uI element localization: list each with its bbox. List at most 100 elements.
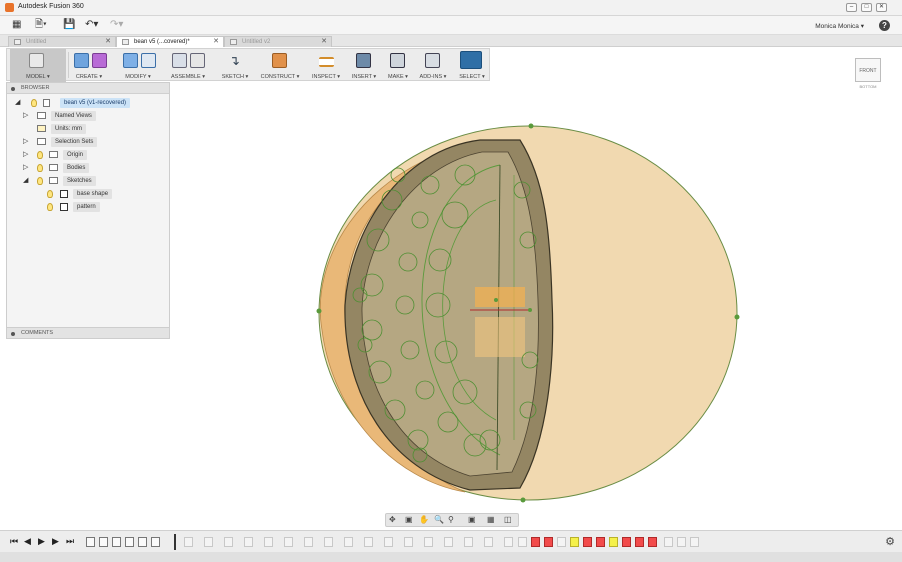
timeline-feature[interactable] bbox=[264, 537, 273, 547]
tab-untitled-v2[interactable]: Untitled v2 ✕ bbox=[224, 36, 332, 47]
timeline-feature[interactable] bbox=[677, 537, 686, 547]
visibility-bulb-icon[interactable] bbox=[37, 177, 43, 185]
timeline-feature[interactable] bbox=[404, 537, 413, 547]
create-menu[interactable]: CREATE ▾ bbox=[70, 49, 108, 82]
sketch-menu[interactable]: ↴ SKETCH ▾ bbox=[218, 49, 252, 82]
browser-item-base-shape[interactable]: base shape bbox=[45, 189, 165, 199]
visibility-bulb-icon[interactable] bbox=[37, 151, 43, 159]
assemble-menu[interactable]: ASSEMBLE ▾ bbox=[168, 49, 208, 82]
step-back-icon[interactable]: ◀ bbox=[24, 536, 31, 547]
timeline-feature[interactable] bbox=[484, 537, 493, 547]
close-tab-icon[interactable]: ✕ bbox=[321, 37, 327, 47]
timeline-feature-error[interactable] bbox=[635, 537, 644, 547]
timeline-feature[interactable] bbox=[557, 537, 566, 547]
add-ins-menu[interactable]: ADD-INS ▾ bbox=[417, 49, 449, 82]
grid-icon[interactable]: ▦ bbox=[12, 20, 21, 30]
timeline-feature[interactable] bbox=[244, 537, 253, 547]
browser-item-pattern[interactable]: pattern bbox=[45, 202, 165, 212]
timeline-feature[interactable] bbox=[364, 537, 373, 547]
browser-item-named-views[interactable]: ▷ Named Views bbox=[23, 111, 163, 121]
timeline-feature-error[interactable] bbox=[583, 537, 592, 547]
timeline-feature[interactable] bbox=[224, 537, 233, 547]
viewcube-face[interactable]: FRONT bbox=[855, 58, 881, 82]
expand-arrow-icon[interactable]: ▷ bbox=[23, 163, 28, 173]
timeline-feature[interactable] bbox=[464, 537, 473, 547]
expand-arrow-icon[interactable]: ▷ bbox=[23, 111, 28, 121]
timeline-feature[interactable] bbox=[151, 537, 160, 547]
display-settings-icon[interactable]: ▣ bbox=[468, 515, 476, 524]
file-icon[interactable]: 🗎▾ bbox=[35, 20, 47, 30]
timeline-feature[interactable] bbox=[138, 537, 147, 547]
comments-panel[interactable]: COMMENTS bbox=[6, 327, 170, 339]
browser-item-sketches[interactable]: ◢ Sketches bbox=[23, 176, 163, 186]
browser-root[interactable]: ◢ bean v5 (v1-recovered) bbox=[15, 98, 165, 108]
timeline-feature[interactable] bbox=[504, 537, 513, 547]
close-tab-icon[interactable]: ✕ bbox=[105, 37, 111, 47]
redo-icon[interactable]: ↷▾ bbox=[110, 20, 123, 30]
browser-item-units[interactable]: Units: mm bbox=[23, 124, 163, 134]
workspace-switcher[interactable]: MODEL ▾ bbox=[10, 49, 66, 82]
step-forward-icon[interactable]: ▶ bbox=[52, 536, 59, 547]
browser-item-selection-sets[interactable]: ▷ Selection Sets bbox=[23, 137, 163, 147]
select-menu[interactable]: SELECT ▾ bbox=[457, 49, 487, 82]
timeline-feature[interactable] bbox=[184, 537, 193, 547]
timeline-feature-error[interactable] bbox=[531, 537, 540, 547]
orbit-icon[interactable]: ✥ bbox=[389, 515, 396, 524]
timeline-feature[interactable] bbox=[204, 537, 213, 547]
viewports-icon[interactable]: ◫ bbox=[504, 515, 512, 524]
timeline-feature[interactable] bbox=[99, 537, 108, 547]
expand-arrow-icon[interactable]: ▷ bbox=[23, 150, 28, 160]
insert-menu[interactable]: INSERT ▾ bbox=[350, 49, 378, 82]
timeline-feature[interactable] bbox=[112, 537, 121, 547]
bean-body[interactable] bbox=[344, 139, 554, 491]
pan-hand-icon[interactable]: ✋ bbox=[419, 515, 429, 524]
timeline-feature[interactable] bbox=[424, 537, 433, 547]
timeline-feature[interactable] bbox=[304, 537, 313, 547]
timeline-feature[interactable] bbox=[125, 537, 134, 547]
timeline-settings-gear-icon[interactable]: ⚙ bbox=[885, 535, 895, 548]
inspect-menu[interactable]: INSPECT ▾ bbox=[310, 49, 342, 82]
browser-item-origin[interactable]: ▷ Origin bbox=[23, 150, 163, 160]
visibility-bulb-icon[interactable] bbox=[37, 164, 43, 172]
timeline-feature-error[interactable] bbox=[622, 537, 631, 547]
maximize-button[interactable]: □ bbox=[861, 3, 872, 12]
minimize-button[interactable]: – bbox=[846, 3, 857, 12]
timeline-feature[interactable] bbox=[344, 537, 353, 547]
play-icon[interactable]: ▶ bbox=[38, 536, 45, 547]
fit-icon[interactable]: ⚲ bbox=[448, 515, 454, 524]
tab-bean-v5[interactable]: bean v5 (...covered)* ✕ bbox=[116, 36, 224, 47]
expand-dot-icon[interactable] bbox=[11, 332, 15, 336]
go-to-end-icon[interactable]: ⏭ bbox=[66, 536, 74, 547]
grid-settings-icon[interactable]: ▦ bbox=[487, 515, 495, 524]
make-menu[interactable]: MAKE ▾ bbox=[385, 49, 411, 82]
close-tab-icon[interactable]: ✕ bbox=[213, 37, 219, 47]
timeline-feature[interactable] bbox=[444, 537, 453, 547]
timeline-feature-error[interactable] bbox=[544, 537, 553, 547]
look-at-icon[interactable]: ▣ bbox=[405, 515, 413, 524]
timeline-feature[interactable] bbox=[518, 537, 527, 547]
visibility-bulb-icon[interactable] bbox=[47, 190, 53, 198]
go-to-start-icon[interactable]: ⏮ bbox=[10, 536, 18, 547]
zoom-icon[interactable]: 🔍 bbox=[434, 515, 444, 524]
timeline-marker[interactable] bbox=[174, 534, 176, 550]
viewcube[interactable]: FRONT BOTTOM bbox=[855, 58, 881, 92]
user-menu[interactable]: Monica Monica ▾ bbox=[815, 22, 864, 30]
timeline-feature[interactable] bbox=[384, 537, 393, 547]
browser-item-bodies[interactable]: ▷ Bodies bbox=[23, 163, 163, 173]
collapse-dot-icon[interactable] bbox=[11, 87, 15, 91]
timeline-feature-error[interactable] bbox=[596, 537, 605, 547]
tab-untitled[interactable]: Untitled ✕ bbox=[8, 36, 116, 47]
save-icon[interactable]: 💾 bbox=[63, 20, 75, 30]
disc-body[interactable] bbox=[318, 125, 738, 501]
timeline-feature[interactable] bbox=[284, 537, 293, 547]
help-icon[interactable]: ? bbox=[879, 20, 890, 31]
expand-arrow-icon[interactable]: ◢ bbox=[23, 176, 28, 186]
undo-icon[interactable]: ↶▾ bbox=[85, 20, 98, 30]
close-window-button[interactable]: ✕ bbox=[876, 3, 887, 12]
timeline-feature[interactable] bbox=[690, 537, 699, 547]
timeline-feature[interactable] bbox=[664, 537, 673, 547]
timeline-feature[interactable] bbox=[86, 537, 95, 547]
expand-arrow-icon[interactable]: ◢ bbox=[15, 98, 20, 108]
expand-arrow-icon[interactable]: ▷ bbox=[23, 137, 28, 147]
timeline-feature-warning[interactable] bbox=[609, 537, 618, 547]
